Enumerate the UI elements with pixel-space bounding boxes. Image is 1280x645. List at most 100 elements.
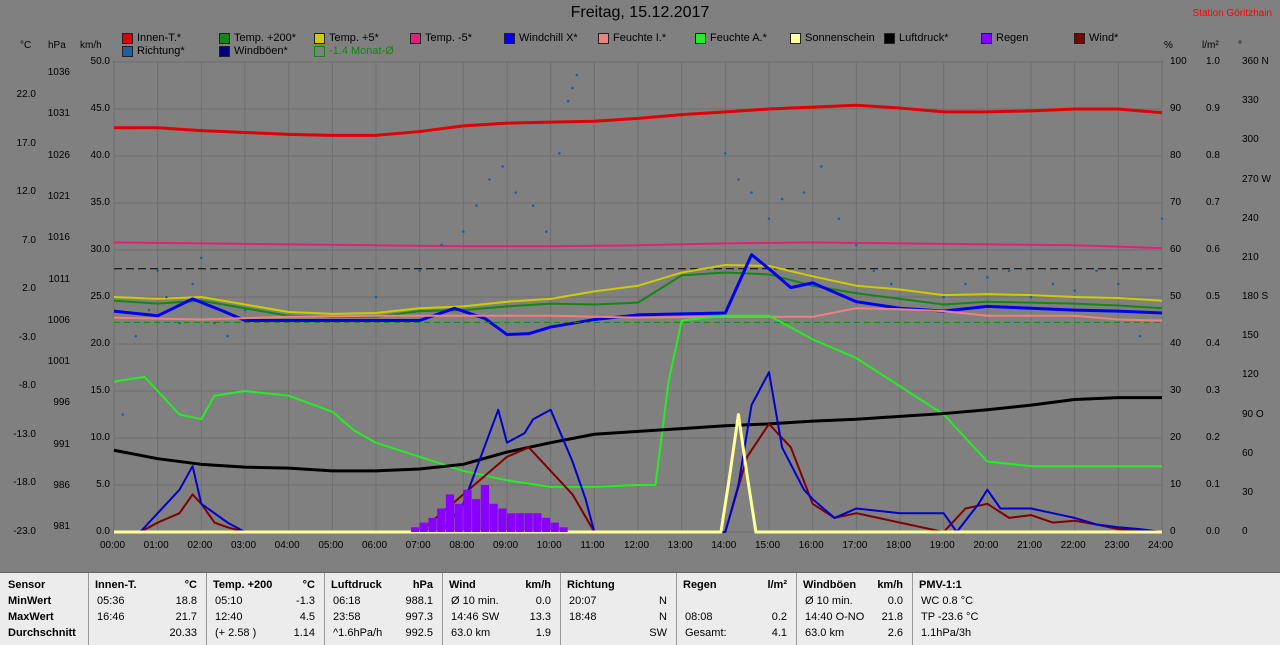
direction-point — [121, 413, 125, 416]
tick-time: 17:00 — [842, 540, 868, 551]
direction-point — [134, 334, 138, 338]
cell-label: 05:36 — [97, 595, 125, 607]
direction-point — [545, 230, 548, 234]
tick-time: 23:00 — [1104, 540, 1130, 551]
rain-bar — [524, 513, 533, 532]
direction-point — [1117, 282, 1120, 286]
cell-label: Ø 10 min. — [805, 595, 853, 607]
column-unit: hPa — [412, 579, 433, 591]
tick-percent: 100 — [1170, 56, 1187, 67]
direction-point — [501, 165, 504, 168]
tick-lm2: 0.6 — [1206, 244, 1220, 255]
tick-time: 01:00 — [143, 540, 169, 551]
row-label: Sensor — [8, 579, 46, 591]
cell-value: 0.2 — [771, 611, 787, 623]
tick-kmh: 25.0 — [90, 291, 110, 302]
tick-time: 19:00 — [929, 540, 955, 551]
tick-kmh: 50.0 — [90, 56, 110, 67]
direction-point — [964, 282, 967, 286]
direction-point — [737, 178, 740, 181]
cell-label: 18:48 — [569, 611, 597, 623]
rain-bar — [445, 494, 455, 532]
cell-label: 06:18 — [333, 595, 361, 607]
tick-lm2: 1.0 — [1206, 56, 1220, 67]
tick-degrees: 90 O — [1242, 408, 1264, 420]
cell-label: 08:08 — [685, 611, 713, 623]
direction-point — [1051, 282, 1055, 286]
tick-hpa: 991 — [53, 438, 70, 450]
cell-label: 14:46 SW — [451, 611, 500, 623]
tick-time: 18:00 — [886, 540, 912, 551]
direction-point — [191, 282, 194, 286]
column-header: Regen — [683, 579, 717, 591]
stats-column: PMV-1:1 WC 0.8 °C TP -23.6 °C 1.1hPa/3h — [912, 573, 1023, 645]
tick-degrees: 210 — [1242, 251, 1259, 263]
tick-degrees: 330 — [1242, 95, 1259, 107]
tick-lm2: 0.1 — [1206, 479, 1220, 490]
cell-value: 18.8 — [175, 595, 197, 607]
tick-percent: 60 — [1170, 244, 1182, 255]
tick-kmh: 15.0 — [90, 385, 110, 396]
tick-time: 22:00 — [1060, 540, 1086, 551]
cell-value: 988.1 — [405, 595, 433, 607]
direction-point — [1073, 289, 1076, 292]
tick-celsius: -8.0 — [18, 380, 36, 391]
column-unit: l/m² — [767, 579, 787, 591]
stats-column: Innen-T. °C 05:36 18.8 16:46 21.7 20.33 — [88, 573, 203, 645]
cell-value: 1.14 — [293, 627, 315, 639]
direction-point — [820, 165, 823, 168]
cell-label: 20:07 — [569, 595, 597, 607]
stats-column: Luftdruck hPa 06:18 988.1 23:58 997.3 ^1.6hPa/… — [324, 573, 439, 645]
direction-point — [488, 178, 491, 181]
row-label: MaxWert — [8, 611, 54, 623]
tick-time: 08:00 — [449, 540, 475, 551]
cell-value: 0.0 — [535, 595, 551, 607]
tick-degrees: 180 S — [1242, 291, 1269, 302]
cell-label: WC 0.8 °C — [921, 595, 974, 607]
tick-time: 09:00 — [493, 540, 519, 551]
direction-point — [243, 308, 247, 312]
tick-lm2: 0.5 — [1206, 291, 1220, 302]
stats-column: Wind km/h Ø 10 min. 0.0 14:46 SW 13.3 63.0 km 1… — [442, 573, 557, 645]
direction-point — [1029, 295, 1033, 299]
direction-point — [571, 86, 574, 90]
tick-degrees: 270 W — [1242, 173, 1271, 185]
stats-column: Richtung 20:07 N 18:48 N SW — [560, 573, 673, 645]
tick-lm2: 0.0 — [1206, 526, 1220, 537]
cell-label: 05:10 — [215, 595, 243, 607]
direction-point — [1160, 217, 1164, 220]
cell-value: 0.0 — [887, 595, 903, 607]
tick-degrees: 240 — [1242, 212, 1259, 224]
direction-point — [226, 334, 229, 338]
direction-point — [1095, 269, 1098, 273]
tick-lm2: 0.8 — [1206, 150, 1220, 161]
tick-time: 15:00 — [755, 540, 781, 551]
direction-point — [837, 217, 841, 220]
tick-time: 14:00 — [711, 540, 737, 551]
direction-point — [165, 295, 168, 299]
cell-label: 63.0 km — [451, 627, 491, 639]
direction-point — [1007, 269, 1011, 273]
tick-hpa: 1026 — [47, 149, 70, 161]
cell-value: -1.3 — [296, 595, 315, 607]
tick-degrees: 300 — [1242, 134, 1259, 146]
stats-column: Regen l/m² 08:08 0.2 Gesamt: 4.1 — [676, 573, 793, 645]
tick-percent: 10 — [1170, 479, 1182, 490]
tick-kmh: 30.0 — [90, 244, 110, 255]
tick-celsius: 7.0 — [22, 234, 36, 246]
direction-point — [475, 204, 478, 207]
tick-time: 16:00 — [798, 540, 824, 551]
tick-degrees: 60 — [1242, 447, 1254, 459]
direction-point — [780, 197, 784, 201]
weather-chart — [113, 61, 1164, 534]
cell-label: (+ 2.58 ) — [215, 627, 257, 639]
tick-hpa: 981 — [53, 521, 70, 533]
rain-bar — [507, 513, 516, 532]
tick-hpa: 1021 — [47, 190, 70, 202]
cell-label: Gesamt: — [685, 627, 727, 639]
direction-point — [514, 191, 518, 194]
tick-time: 04:00 — [274, 540, 300, 551]
tick-time: 05:00 — [318, 540, 344, 551]
tick-percent: 70 — [1170, 197, 1182, 208]
cell-value: 20.33 — [169, 627, 197, 639]
